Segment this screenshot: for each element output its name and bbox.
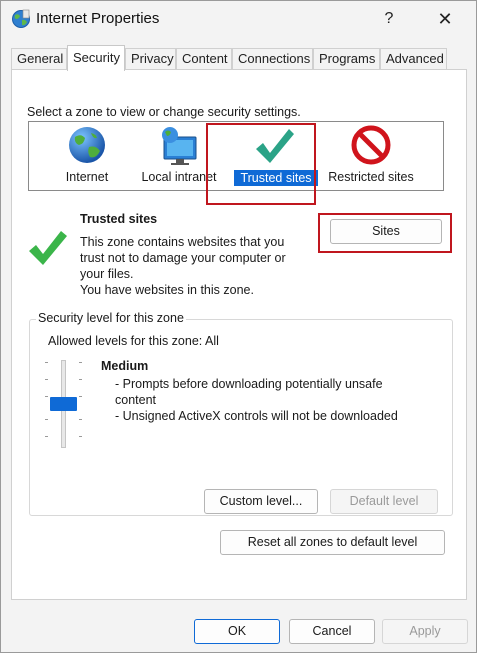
slider-tick [79,396,82,397]
globe-icon [69,127,105,163]
slider-tick [79,436,82,437]
zone-trusted-sites[interactable]: Trusted sites [226,122,322,190]
tab-general[interactable]: General [11,48,67,70]
zone-prompt: Select a zone to view or change security… [27,105,301,119]
internet-globe-icon [12,9,30,28]
cancel-button[interactable]: Cancel [289,619,375,644]
slider-tick [45,419,48,420]
zone-description-line4: You have websites in this zone. [80,283,254,297]
zone-label-local-intranet: Local intranet [141,170,217,184]
zone-internet[interactable]: Internet [42,122,132,190]
intranet-icon [162,127,197,165]
checkmark-icon [256,129,294,163]
help-button[interactable]: ? [377,7,401,31]
security-level-name: Medium [101,359,149,373]
slider-tick [79,362,82,363]
close-button[interactable]: ✕ [432,7,458,31]
zone-label-restricted-sites: Restricted sites [328,170,414,184]
slider-tick [45,379,48,380]
title-bar: Internet Properties ? ✕ [1,1,476,39]
reset-all-zones-button[interactable]: Reset all zones to default level [220,530,445,555]
zone-description-line2: trust not to damage your computer or [80,251,286,265]
selected-zone-title: Trusted sites [80,212,158,226]
slider-tick [45,396,48,397]
ok-button[interactable]: OK [194,619,280,644]
security-level-group-title: Security level for this zone [36,311,186,325]
tab-security[interactable]: Security [67,45,125,71]
tab-programs[interactable]: Programs [313,48,380,70]
security-tab-panel: Select a zone to view or change security… [11,69,467,600]
tab-privacy[interactable]: Privacy [125,48,176,70]
apply-button[interactable]: Apply [382,619,468,644]
tab-connections[interactable]: Connections [232,48,313,70]
zone-description-line3: your files. [80,267,134,281]
zone-description-line1: This zone contains websites that you [80,235,285,249]
default-level-button[interactable]: Default level [330,489,438,514]
custom-level-button[interactable]: Custom level... [204,489,318,514]
tab-content[interactable]: Content [176,48,232,70]
window-title: Internet Properties [36,10,160,27]
zone-label-trusted-sites: Trusted sites [234,170,318,186]
internet-properties-window: Internet Properties ? ✕ General Security… [0,0,477,653]
level-bullet-2: - Unsigned ActiveX controls will not be … [115,409,398,423]
security-level-slider-thumb[interactable] [50,397,77,411]
level-bullet-1-line2: content [115,393,157,407]
slider-tick [45,362,48,363]
zone-list: Internet Local intranet Trusted sites Re… [28,121,444,191]
level-bullet-1-line1: - Prompts before downloading potentially… [115,377,383,391]
trusted-checkmark-icon [29,231,67,265]
slider-tick [79,419,82,420]
slider-tick [45,436,48,437]
slider-tick [79,379,82,380]
zone-local-intranet[interactable]: Local intranet [132,122,226,190]
zone-restricted-sites[interactable]: Restricted sites [325,122,417,190]
sites-button[interactable]: Sites [330,219,442,244]
tab-advanced[interactable]: Advanced [380,48,447,70]
allowed-levels-label: Allowed levels for this zone: All [48,334,219,348]
restricted-icon [351,125,391,165]
zone-label-internet: Internet [65,170,109,184]
